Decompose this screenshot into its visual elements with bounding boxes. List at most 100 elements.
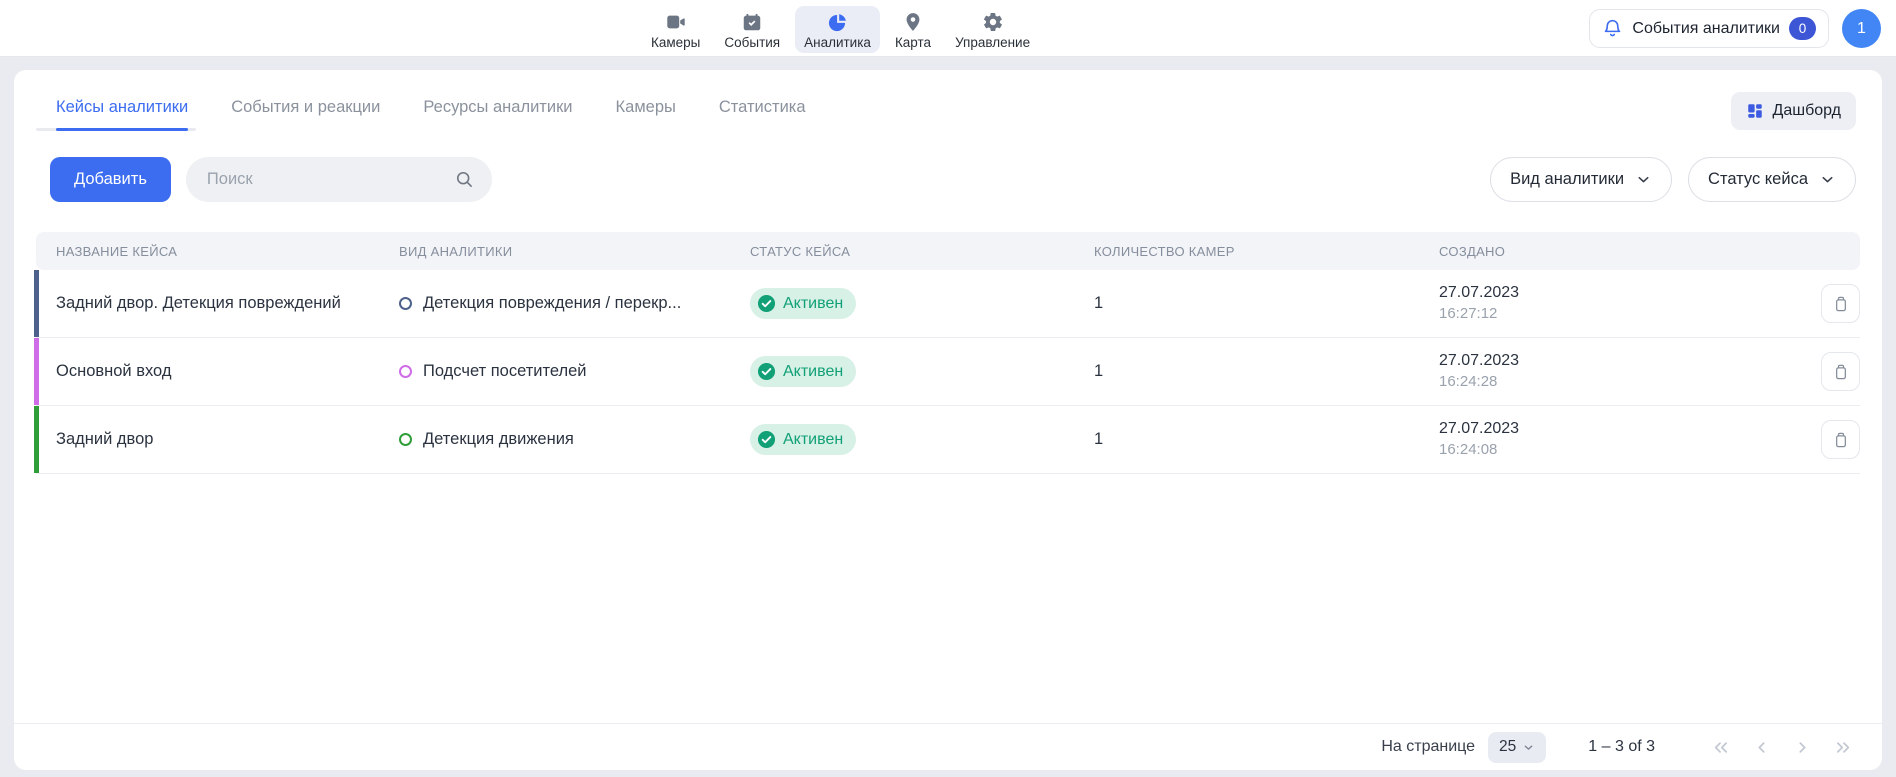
pager-arrows (1710, 737, 1854, 758)
status-cell: Активен (750, 356, 1094, 387)
nav-item-map[interactable]: Карта (886, 6, 940, 53)
table-row[interactable]: Основной вход Подсчет посетителей Активе… (36, 338, 1860, 406)
case-accent-bar (34, 338, 39, 405)
actions-cell (1790, 352, 1860, 391)
nav-item-cameras[interactable]: Камеры (642, 6, 709, 53)
analytics-events-button[interactable]: События аналитики 0 (1589, 9, 1829, 48)
case-status-filter[interactable]: Статус кейса (1688, 157, 1856, 202)
status-badge: Активен (750, 288, 856, 319)
chevron-right-icon (1792, 737, 1813, 758)
case-accent-bar (34, 270, 39, 337)
check-circle-icon (757, 294, 776, 313)
check-circle-icon (757, 430, 776, 449)
created-time: 16:27:12 (1439, 305, 1790, 324)
tab-events-reactions[interactable]: События и реакции (231, 90, 380, 131)
cameras-count: 1 (1094, 430, 1439, 449)
analytics-type-icon (399, 297, 412, 310)
per-page-label: На странице (1381, 738, 1475, 756)
tab-analytics-resources[interactable]: Ресурсы аналитики (423, 90, 572, 131)
status-badge: Активен (750, 424, 856, 455)
per-page-select[interactable]: 25 (1488, 732, 1546, 763)
main-nav: Камеры События Аналитика Карта Управлени… (642, 6, 1039, 53)
case-name: Задний двор (36, 430, 399, 449)
created-date: 27.07.2023 (1439, 351, 1790, 371)
prev-page-button[interactable] (1751, 737, 1772, 758)
status-label: Активен (783, 295, 843, 313)
actions-cell (1790, 284, 1860, 323)
analytics-type-filter[interactable]: Вид аналитики (1490, 157, 1672, 202)
case-status-filter-label: Статус кейса (1708, 170, 1808, 189)
search-input[interactable] (207, 170, 454, 189)
analytics-type-icon (399, 365, 412, 378)
last-page-button[interactable] (1833, 737, 1854, 758)
case-name: Задний двор. Детекция повреждений (36, 294, 399, 313)
tab-cameras[interactable]: Камеры (616, 90, 676, 131)
status-label: Активен (783, 431, 843, 449)
analytics-type-cell: Подсчет посетителей (399, 362, 750, 381)
case-accent-bar (34, 406, 39, 473)
table-header-row: НАЗВАНИЕ КЕЙСА ВИД АНАЛИТИКИ СТАТУС КЕЙС… (36, 232, 1860, 270)
nav-item-analytics[interactable]: Аналитика (795, 6, 880, 53)
nav-label: Аналитика (804, 35, 871, 50)
delete-case-button[interactable] (1821, 284, 1860, 323)
dashboard-grid-icon (1746, 102, 1764, 120)
tab-statistics[interactable]: Статистика (719, 90, 806, 131)
dashboard-button-label: Дашборд (1773, 102, 1842, 120)
bell-icon (1602, 18, 1623, 39)
add-case-button[interactable]: Добавить (50, 157, 171, 202)
double-chevron-right-icon (1833, 737, 1854, 758)
first-page-button[interactable] (1710, 737, 1731, 758)
created-time: 16:24:28 (1439, 373, 1790, 392)
table-row[interactable]: Задний двор Детекция движения Активен 1 … (36, 406, 1860, 474)
analytics-type-filter-label: Вид аналитики (1510, 170, 1624, 189)
per-page-value: 25 (1499, 738, 1516, 756)
created-time: 16:24:08 (1439, 441, 1790, 460)
trash-icon (1831, 362, 1851, 382)
dashboard-button[interactable]: Дашборд (1731, 92, 1857, 130)
cases-table: НАЗВАНИЕ КЕЙСА ВИД АНАЛИТИКИ СТАТУС КЕЙС… (36, 232, 1860, 474)
nav-label: Камеры (651, 35, 700, 50)
analytics-type-label: Детекция движения (423, 430, 574, 449)
column-header-cameras: КОЛИЧЕСТВО КАМЕР (1094, 244, 1439, 259)
analytics-cases-card: Кейсы аналитики События и реакции Ресурс… (14, 70, 1882, 770)
chevron-down-icon (1819, 171, 1836, 188)
tab-analytics-cases[interactable]: Кейсы аналитики (56, 90, 188, 131)
nav-item-events[interactable]: События (715, 6, 789, 53)
status-label: Активен (783, 363, 843, 381)
status-cell: Активен (750, 424, 1094, 455)
delete-case-button[interactable] (1821, 352, 1860, 391)
table-row[interactable]: Задний двор. Детекция повреждений Детекц… (36, 270, 1860, 338)
main-area: Кейсы аналитики События и реакции Ресурс… (0, 57, 1896, 777)
page-range-label: 1 – 3 of 3 (1588, 738, 1655, 756)
calendar-check-icon (741, 11, 763, 33)
search-box (186, 157, 492, 202)
analytics-type-label: Детекция повреждения / перекр... (423, 294, 681, 313)
status-badge: Активен (750, 356, 856, 387)
events-count-badge: 0 (1789, 17, 1816, 40)
status-cell: Активен (750, 288, 1094, 319)
delete-case-button[interactable] (1821, 420, 1860, 459)
column-header-status: СТАТУС КЕЙСА (750, 244, 1094, 259)
nav-label: События (724, 35, 780, 50)
top-navigation-bar: Камеры События Аналитика Карта Управлени… (0, 0, 1896, 57)
chevron-down-icon (1635, 171, 1652, 188)
next-page-button[interactable] (1792, 737, 1813, 758)
nav-item-management[interactable]: Управление (946, 6, 1039, 53)
created-date: 27.07.2023 (1439, 419, 1790, 439)
avatar[interactable]: 1 (1842, 9, 1881, 48)
pie-chart-icon (827, 11, 849, 33)
card-header: Кейсы аналитики События и реакции Ресурс… (14, 70, 1882, 131)
tabs-bar: Кейсы аналитики События и реакции Ресурс… (56, 90, 806, 131)
created-cell: 27.07.2023 16:24:08 (1439, 419, 1790, 460)
check-circle-icon (757, 362, 776, 381)
double-chevron-left-icon (1710, 737, 1731, 758)
search-icon (454, 169, 475, 190)
cameras-count: 1 (1094, 362, 1439, 381)
column-header-name: НАЗВАНИЕ КЕЙСА (36, 244, 399, 259)
trash-icon (1831, 430, 1851, 450)
created-cell: 27.07.2023 16:24:28 (1439, 351, 1790, 392)
analytics-type-label: Подсчет посетителей (423, 362, 587, 381)
nav-label: Управление (955, 35, 1030, 50)
analytics-type-cell: Детекция движения (399, 430, 750, 449)
column-header-type: ВИД АНАЛИТИКИ (399, 244, 750, 259)
